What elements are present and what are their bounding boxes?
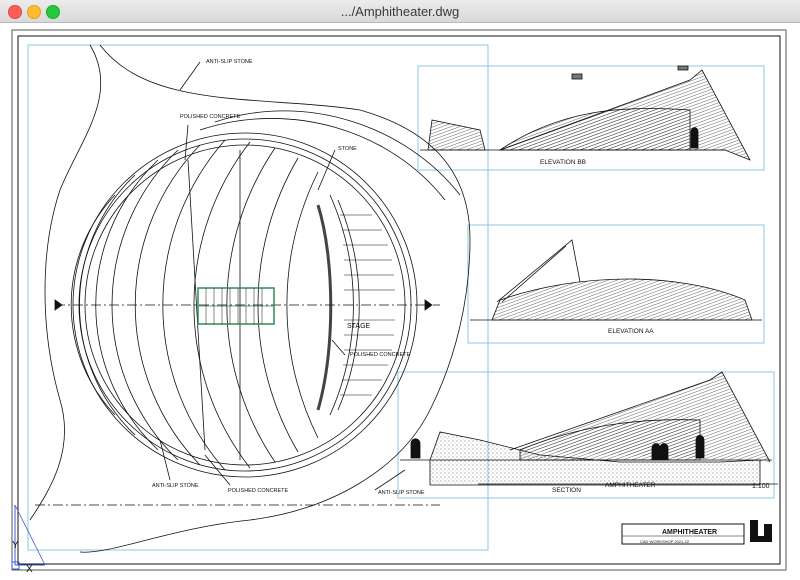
seating-mass-bb (498, 108, 691, 151)
label-stage: STAGE (347, 323, 371, 330)
drawing-canvas[interactable]: ANTI-SLIP STONE POLISHED CONCRETE STONE … (0, 23, 800, 575)
title-bar[interactable]: .../Amphitheater.dwg (0, 0, 800, 23)
path-arc-top-2 (214, 110, 461, 196)
section-marker-left (54, 299, 63, 311)
human-figure-section-1 (410, 438, 421, 459)
ucs-y-label: Y (12, 540, 19, 551)
leader-anti-slip-right (374, 469, 406, 491)
label-amphitheater-small: AMPHITHEATER (605, 482, 656, 489)
label-polished-concrete-bottom: POLISHED CONCRETE (228, 488, 289, 494)
elevation-aa-drawing[interactable] (470, 239, 762, 321)
ucs-x-label: X (26, 564, 33, 575)
left-block-bb (427, 119, 486, 151)
cad-window: .../Amphitheater.dwg ANTI-SLIP STONE POL… (0, 0, 800, 575)
human-figure-section-4 (695, 435, 705, 459)
leader-polished-right (331, 339, 346, 356)
label-anti-slip-stone-bottom: ANTI-SLIP STONE (152, 483, 199, 489)
title-block-title: AMPHITHEATER (662, 529, 717, 536)
label-anti-slip-stone-right: ANTI-SLIP STONE (378, 490, 425, 496)
stone-band (316, 204, 333, 411)
roof-detail-2 (677, 65, 689, 71)
window-title: .../Amphitheater.dwg (340, 4, 460, 19)
human-figure-section-2 (651, 443, 661, 461)
label-polished-concrete-right: POLISHED CONCRETE (350, 352, 411, 358)
section-marker-right (424, 299, 433, 311)
site-boundary-left (29, 44, 102, 521)
label-stone: STONE (338, 146, 357, 152)
human-figure-bb (690, 127, 699, 149)
label-section: SECTION (552, 487, 581, 494)
title-block-subtitle: CAD WORKSHOP 2021-22 (640, 539, 690, 544)
leader-stone (317, 149, 336, 191)
label-anti-slip-stone-top: ANTI-SLIP STONE (206, 59, 253, 65)
seating-section (519, 419, 701, 461)
path-arc-top (199, 118, 446, 201)
section-drawing[interactable] (400, 371, 778, 486)
label-scale: 1:100 (752, 483, 770, 490)
title-block[interactable]: AMPHITHEATER CAD WORKSHOP 2021-22 (621, 520, 772, 545)
logo-icon (750, 520, 772, 542)
leader-anti-slip-top (179, 61, 201, 91)
elevation-bb-drawing[interactable] (420, 65, 751, 161)
label-polished-concrete-top: POLISHED CONCRETE (180, 114, 241, 120)
dome-aa (491, 278, 753, 321)
roof-detail-1 (571, 73, 583, 80)
site-plan[interactable] (29, 44, 471, 553)
label-elevation-bb: ELEVATION BB (540, 159, 586, 166)
drawing-svg[interactable]: ANTI-SLIP STONE POLISHED CONCRETE STONE … (0, 23, 800, 575)
label-elevation-aa: ELEVATION AA (608, 328, 654, 335)
human-figure-section-3 (659, 443, 669, 461)
